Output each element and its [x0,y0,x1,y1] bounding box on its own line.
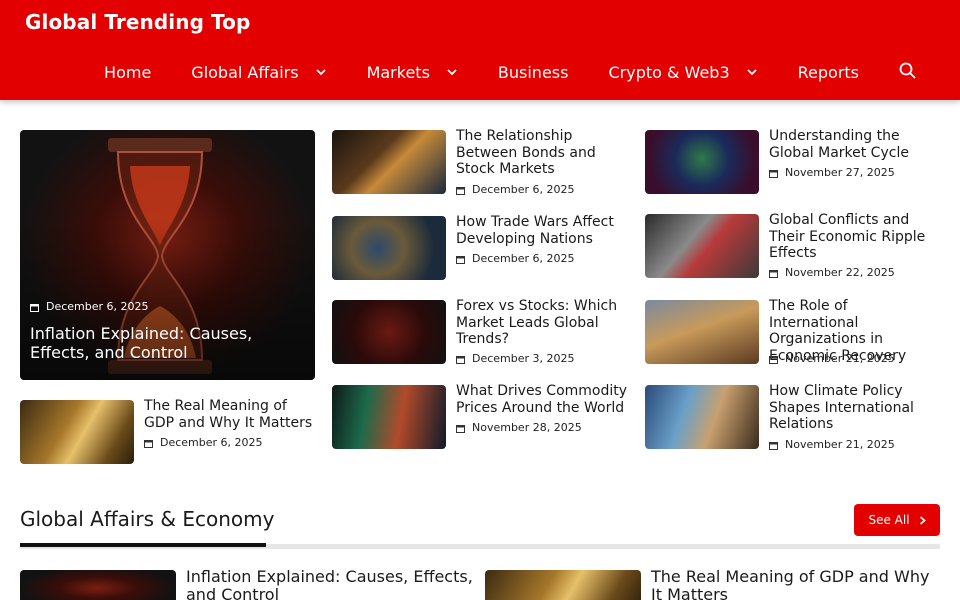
calendar-icon [456,354,465,364]
article-thumbnail[interactable] [332,216,446,280]
article-title[interactable]: Inflation Explained: Causes, Effects, an… [186,568,476,600]
main-nav: Home Global Affairs Markets Business Cry… [84,52,930,92]
calendar-icon [30,302,39,312]
calendar-icon [769,440,778,450]
nav-item-label: Markets [366,62,430,82]
nav-item-label: Global Affairs [191,62,299,82]
article-thumbnail[interactable] [332,130,446,194]
chevron-down-icon [315,66,327,78]
calendar-icon [769,168,778,178]
nav-item-label: Reports [797,62,859,82]
hero-date-text: December 6, 2025 [46,300,149,313]
article-date-text: December 3, 2025 [472,352,575,365]
article-date: November 21, 2025 [769,438,895,451]
search-icon [899,62,916,83]
site-title[interactable]: Global Trending Top [25,10,250,34]
search-button[interactable] [879,52,930,92]
hero-date: December 6, 2025 [30,300,149,313]
calendar-icon [456,254,465,264]
article-title[interactable]: Understanding the Global Market Cycle [769,128,940,161]
article-date: November 28, 2025 [456,421,582,434]
article-title[interactable]: The Real Meaning of GDP and Why It Matte… [651,568,941,600]
chevron-down-icon [446,66,458,78]
section-divider-accent [20,543,266,547]
nav-item-reports[interactable]: Reports [778,52,879,92]
article-date: December 6, 2025 [456,252,575,265]
article-date-text: November 21, 2025 [785,352,895,365]
article-thumbnail[interactable] [20,570,176,600]
article-date-text: December 6, 2025 [160,436,263,449]
article-title[interactable]: How Climate Policy Shapes International … [769,383,940,433]
article-date-text: December 6, 2025 [472,252,575,265]
article-title[interactable]: The Relationship Between Bonds and Stock… [456,128,636,178]
article-date: December 6, 2025 [144,436,263,449]
chevron-down-icon [746,66,758,78]
article-date-text: November 27, 2025 [785,166,895,179]
article-date: November 22, 2025 [769,266,895,279]
article-title[interactable]: Forex vs Stocks: Which Market Leads Glob… [456,298,636,348]
section-title: Global Affairs & Economy [20,507,275,531]
article-title[interactable]: How Trade Wars Affect Developing Nations [456,214,636,247]
article-thumbnail[interactable] [332,385,446,449]
calendar-icon [456,423,465,433]
nav-item-label: Home [104,62,152,82]
calendar-icon [456,185,465,195]
article-thumbnail[interactable] [332,300,446,364]
article-date: December 6, 2025 [456,183,575,196]
nav-item-home[interactable]: Home [84,52,171,92]
article-date-text: November 22, 2025 [785,266,895,279]
see-all-button[interactable]: See All [854,504,940,536]
article-thumbnail[interactable] [645,130,759,194]
article-thumbnail[interactable] [20,400,134,464]
nav-item-label: Business [497,62,569,82]
article-date: November 21, 2025 [769,352,895,365]
hero-article[interactable]: December 6, 2025 Inflation Explained: Ca… [20,130,315,380]
hero-title[interactable]: Inflation Explained: Causes, Effects, an… [30,324,310,362]
article-thumbnail[interactable] [645,300,759,364]
article-date-text: November 21, 2025 [785,438,895,451]
article-title[interactable]: What Drives Commodity Prices Around the … [456,383,636,416]
calendar-icon [144,438,153,448]
calendar-icon [769,354,778,364]
nav-item-global-affairs[interactable]: Global Affairs [171,52,346,92]
article-date-text: November 28, 2025 [472,421,582,434]
see-all-label: See All [868,513,910,527]
article-title[interactable]: Global Conflicts and Their Economic Ripp… [769,212,940,262]
nav-item-business[interactable]: Business [478,52,589,92]
article-thumbnail[interactable] [645,214,759,278]
nav-item-markets[interactable]: Markets [347,52,478,92]
nav-item-crypto-web3[interactable]: Crypto & Web3 [588,52,777,92]
nav-item-label: Crypto & Web3 [608,62,730,82]
article-thumbnail[interactable] [645,385,759,449]
article-title[interactable]: The Real Meaning of GDP and Why It Matte… [144,398,318,431]
article-thumbnail[interactable] [485,570,641,600]
chevron-right-icon [919,515,926,525]
article-date: November 27, 2025 [769,166,895,179]
article-date: December 3, 2025 [456,352,575,365]
site-header: Global Trending Top Home Global Affairs … [0,0,960,100]
calendar-icon [769,268,778,278]
article-date-text: December 6, 2025 [472,183,575,196]
